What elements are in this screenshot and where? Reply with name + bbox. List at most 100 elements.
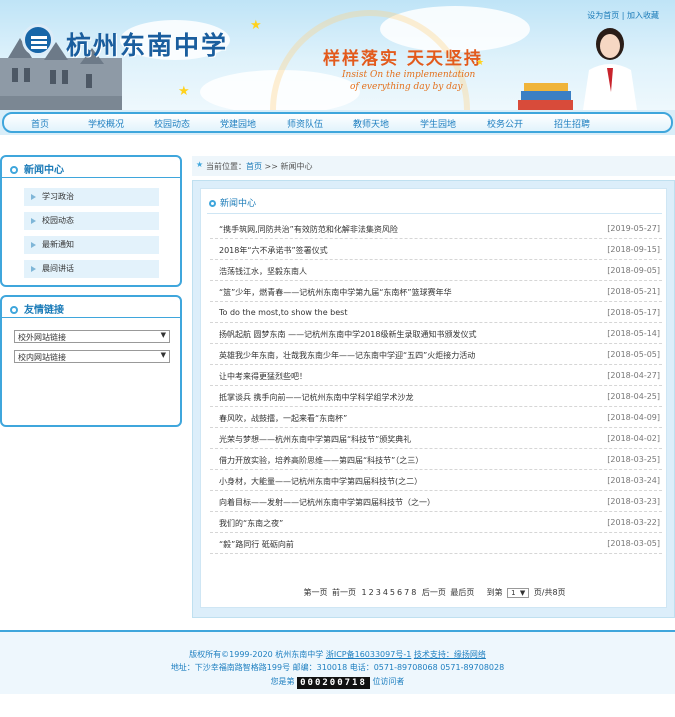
breadcrumb-current: 新闻中心	[280, 162, 313, 171]
internal-links-select-value: 校内网站链接	[18, 353, 66, 362]
pager-page-link[interactable]: 8	[411, 588, 416, 597]
pagination: 第一页 前一页 12345678 后一页 最后页 到第 1 ▼ 页/共8页	[201, 587, 668, 598]
breadcrumb-home-link[interactable]: 首页	[246, 162, 262, 171]
visitor-prefix: 您是第	[270, 677, 295, 686]
nav-item-affairs[interactable]: 校务公开	[487, 117, 523, 130]
sidebar-links-box: 友情链接 校外网站链接 ▼ 校内网站链接 ▼	[0, 295, 182, 427]
footer-copyright-line: 版权所有©1999-2020 杭州东南中学 浙ICP备16033097号-1 技…	[0, 649, 675, 660]
footer-icp-link[interactable]: 浙ICP备16033097号-1	[326, 650, 411, 659]
sidebar-news-title: 新闻中心	[10, 161, 64, 176]
news-row: 扬帆起航 圆梦东南 ——记杭州东南中学2018级新生录取通知书颁发仪式 [2018…	[210, 323, 662, 344]
news-date: [2018-03-25]	[607, 455, 660, 464]
footer-address: 地址：下沙幸福南路智格路199号 邮编：310018 电话：0571-89708…	[170, 663, 505, 672]
news-title-link[interactable]: 春风吹，战鼓擂，一起来看“东南杯”	[219, 413, 347, 424]
sidebar-links-title-text: 友情链接	[24, 305, 64, 316]
news-panel-title-text: 新闻中心	[220, 199, 257, 209]
nav-item-about[interactable]: 学校概况	[88, 117, 124, 130]
news-title-link[interactable]: 英雄我少年东南，壮哉我东南少年——记东南中学迎“五四”火炬接力活动	[219, 350, 475, 361]
external-links-select[interactable]: 校外网站链接 ▼	[14, 330, 170, 343]
news-row: 春风吹，战鼓擂，一起来看“东南杯” [2018-04-09]	[210, 407, 662, 428]
sidebar-item-latest-notice[interactable]: 最新通知	[24, 236, 159, 254]
news-title-link[interactable]: 小身材，大能量——记杭州东南中学第四届科技节(之二）	[219, 476, 422, 487]
add-favorite-link[interactable]: 加入收藏	[627, 11, 659, 20]
pager-goto-label: 到第	[486, 588, 503, 597]
sidebar-links-title: 友情链接	[10, 301, 64, 316]
pager-prev-link[interactable]: 前一页	[332, 588, 356, 597]
sidebar-item-morning-talk[interactable]: 晨间讲话	[24, 260, 159, 278]
news-date: [2018-05-14]	[607, 329, 660, 338]
nav-item-admissions[interactable]: 招生招聘	[554, 117, 590, 130]
news-row: To do the most,to show the best [2018-05-…	[210, 302, 662, 323]
star-icon: ★	[250, 18, 262, 33]
slogan-english-line1: Insist On the implementation	[342, 70, 476, 80]
external-links-select-value: 校外网站链接	[18, 333, 66, 342]
news-date: [2018-05-17]	[607, 308, 660, 317]
sidebar-item-campus-news[interactable]: 校园动态	[24, 212, 159, 230]
sidebar-news-box: 新闻中心 学习政治 校园动态 最新通知 晨间讲话	[0, 155, 182, 287]
pager-page-link[interactable]: 7	[404, 588, 409, 597]
nav-item-faculty[interactable]: 师资队伍	[287, 117, 323, 130]
news-date: [2019-05-27]	[607, 224, 660, 233]
circle-bullet-icon	[10, 166, 18, 174]
slogan-chinese: 样样落实 天天坚持	[323, 49, 483, 69]
dropdown-arrow-icon: ▼	[160, 351, 166, 359]
news-title-link[interactable]: 光荣与梦想——杭州东南中学第四届“科技节”颁奖典礼	[219, 434, 411, 445]
pager-page-link[interactable]: 4	[383, 588, 388, 597]
news-row: 我们的“东南之夜” [2018-03-22]	[210, 512, 662, 533]
news-title-link[interactable]: “携手筑网,同防共治”有效防范和化解非法集资风险	[219, 224, 398, 235]
set-homepage-link[interactable]: 设为首页	[587, 11, 619, 20]
news-row: 浩荡钱江水，坚毅东南人 [2018-09-05]	[210, 260, 662, 281]
pager-next-link[interactable]: 后一页	[422, 588, 446, 597]
pager-pages: 12345678	[361, 588, 418, 597]
news-title-link[interactable]: 让中考来得更猛烈些吧！	[219, 371, 307, 382]
news-title-link[interactable]: 我们的“东南之夜”	[219, 518, 283, 529]
news-title-link[interactable]: 浩荡钱江水，坚毅东南人	[219, 266, 307, 277]
news-title-link[interactable]: 扬帆起航 圆梦东南 ——记杭州东南中学2018级新生录取通知书颁发仪式	[219, 329, 476, 340]
news-row: 小身材，大能量——记杭州东南中学第四届科技节(之二） [2018-03-24]	[210, 470, 662, 491]
dropdown-arrow-icon: ▼	[160, 331, 166, 339]
nav-item-party[interactable]: 党建园地	[220, 117, 256, 130]
divider	[207, 213, 662, 214]
pager-page-link[interactable]: 5	[390, 588, 395, 597]
pager-last-link[interactable]: 最后页	[450, 588, 474, 597]
news-date: [2018-05-05]	[607, 350, 660, 359]
slogan-english-line2: of everything day by day	[350, 82, 463, 92]
breadcrumb-separator: >>	[264, 162, 278, 171]
nav-item-home[interactable]: 首页	[31, 117, 49, 130]
news-date: [2018-05-21]	[607, 287, 660, 296]
visitor-counter: 000200718	[297, 677, 370, 689]
news-title-link[interactable]: “毅”路同行 砥砺向前	[219, 539, 294, 550]
pager-page-link[interactable]: 1	[362, 588, 367, 597]
nav-item-campus-news[interactable]: 校园动态	[154, 117, 190, 130]
news-row: 光荣与梦想——杭州东南中学第四届“科技节”颁奖典礼 [2018-04-02]	[210, 428, 662, 449]
star-icon: ★	[178, 84, 190, 99]
nav-item-teachers[interactable]: 教师天地	[353, 117, 389, 130]
news-title-link[interactable]: 抵掌谈兵 携手向前——记杭州东南中学科学组学术沙龙	[219, 392, 414, 403]
news-date: [2018-03-05]	[607, 539, 660, 548]
footer: 版权所有©1999-2020 杭州东南中学 浙ICP备16033097号-1 技…	[0, 632, 675, 694]
news-date: [2018-04-09]	[607, 413, 660, 422]
pager-page-link[interactable]: 3	[376, 588, 381, 597]
circle-bullet-icon	[10, 306, 18, 314]
top-links: 设为首页 | 加入收藏	[587, 10, 659, 21]
news-title-link[interactable]: 借力开放实验，培养高阶思维——第四届“科技节”（之三）	[219, 455, 423, 466]
news-row: “篮”少年，燃青春——记杭州东南中学第九届“东南杯”篮球赛年华 [2018-05-…	[210, 281, 662, 302]
nav-item-students[interactable]: 学生园地	[420, 117, 456, 130]
sidebar-item-study-politics[interactable]: 学习政治	[24, 188, 159, 206]
sidebar-news-title-text: 新闻中心	[24, 165, 64, 176]
pager-page-select[interactable]: 1 ▼	[507, 588, 530, 598]
internal-links-select[interactable]: 校内网站链接 ▼	[14, 350, 170, 363]
news-title-link[interactable]: “篮”少年，燃青春——记杭州东南中学第九届“东南杯”篮球赛年华	[219, 287, 452, 298]
footer-visitor-line: 您是第 000200718 位访问者	[0, 676, 675, 689]
news-date: [2018-03-22]	[607, 518, 660, 527]
news-title-link[interactable]: 向着目标——发射——记杭州东南中学第四届科技节（之一）	[219, 497, 435, 508]
pager-page-link[interactable]: 2	[369, 588, 374, 597]
news-date: [2018-04-27]	[607, 371, 660, 380]
news-title-link[interactable]: To do the most,to show the best	[219, 308, 347, 317]
news-title-link[interactable]: 2018年“六不承诺书”签署仪式	[219, 245, 328, 256]
pager-page-link[interactable]: 6	[397, 588, 402, 597]
pager-first-link[interactable]: 第一页	[303, 588, 327, 597]
pager-total-label: 页/共8页	[533, 588, 566, 597]
footer-tech-support-link[interactable]: 技术支持：缘扬网络	[414, 650, 486, 659]
pager-page-select-value: 1	[511, 589, 516, 597]
